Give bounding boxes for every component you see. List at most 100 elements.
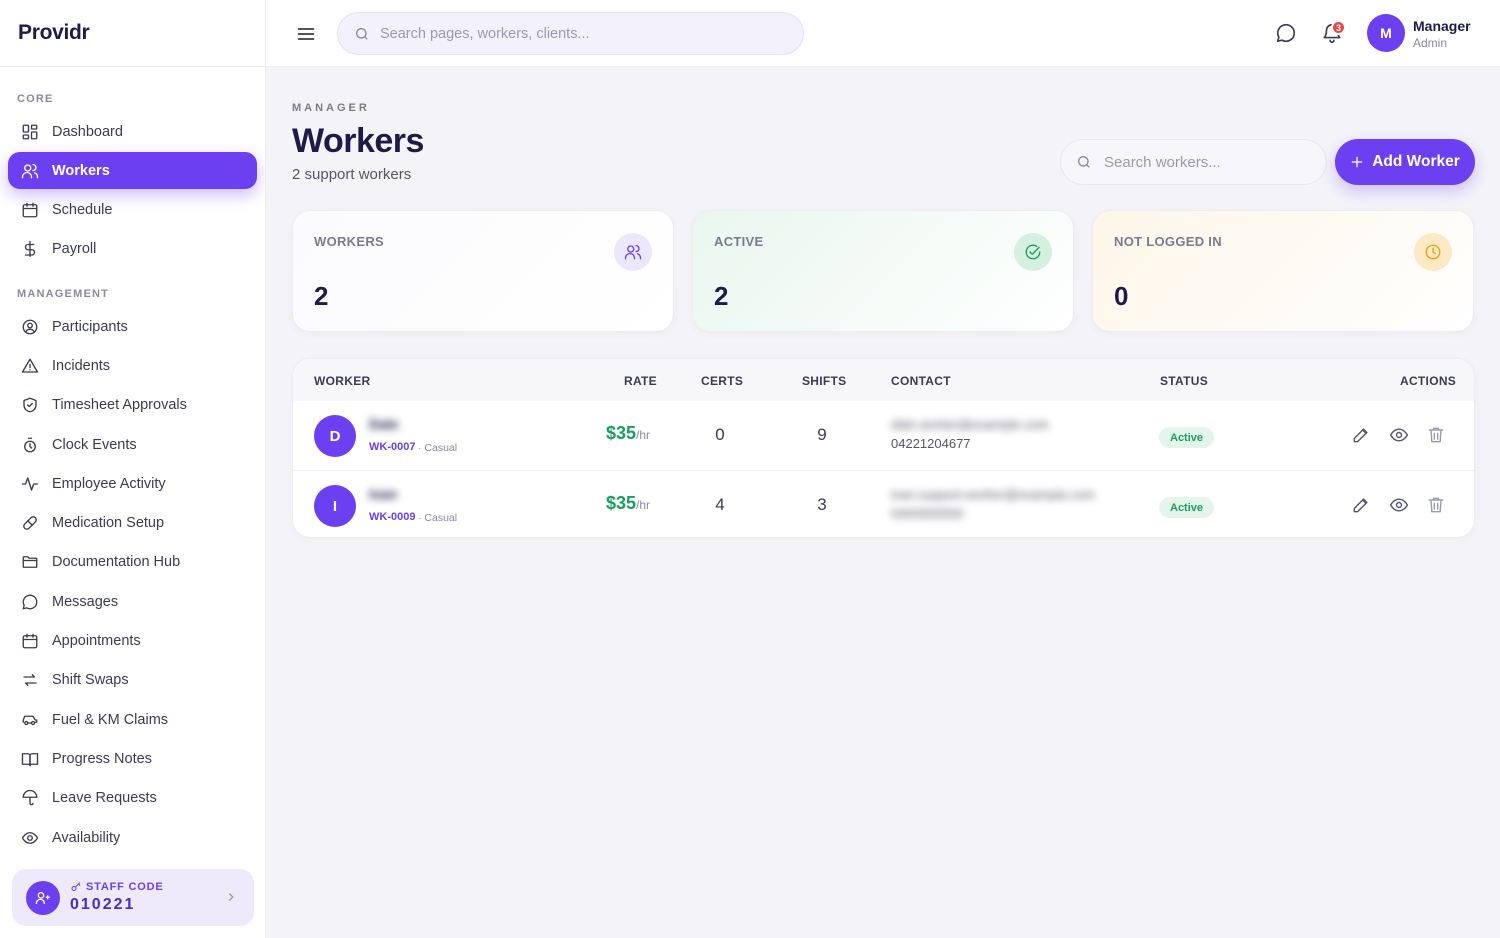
brand-logo[interactable]: Providr xyxy=(0,0,265,67)
sidebar-item-clock-events[interactable]: Clock Events xyxy=(8,426,257,463)
add-worker-button[interactable]: Add Worker xyxy=(1335,139,1475,185)
worker-avatar: D xyxy=(314,415,356,457)
sidebar-item-shift-swaps[interactable]: Shift Swaps xyxy=(8,662,257,699)
global-search-input[interactable] xyxy=(380,25,780,42)
sidebar-item-schedule[interactable]: Schedule xyxy=(8,192,257,229)
view-icon[interactable] xyxy=(1389,425,1409,445)
sidebar-item-appointments[interactable]: Appointments xyxy=(8,623,257,660)
dollar-icon xyxy=(24,241,36,258)
sidebar-item-medication-setup[interactable]: Medication Setup xyxy=(8,505,257,542)
calendar-icon xyxy=(22,202,38,218)
sidebar-item-label: Payroll xyxy=(52,241,97,258)
sidebar-item-fuel-km-claims[interactable]: Fuel & KM Claims xyxy=(8,701,257,738)
sidebar-item-dashboard[interactable]: Dashboard xyxy=(8,113,257,150)
user-role: Admin xyxy=(1413,36,1448,50)
folder-icon xyxy=(22,556,38,569)
staff-code-label: STAFF CODE xyxy=(86,881,164,893)
stat-card-workers: WORKERS 2 xyxy=(292,210,674,332)
menu-icon[interactable] xyxy=(296,24,316,44)
stat-value: 2 xyxy=(714,281,729,311)
worker-id[interactable]: WK-0007 xyxy=(369,441,415,453)
umbrella-icon xyxy=(22,790,38,806)
swap-icon xyxy=(23,674,37,687)
users-icon xyxy=(614,233,652,271)
notification-badge: 3 xyxy=(1331,20,1346,35)
table-row[interactable]: I Ivan WK-0009 · Casual $35/hr 4 3 ivan.… xyxy=(293,470,1474,537)
stat-card-active: ACTIVE 2 xyxy=(692,210,1074,332)
column-header-shifts: SHIFTS xyxy=(802,374,847,388)
worker-search-input[interactable] xyxy=(1104,153,1314,171)
user-name[interactable]: Manager xyxy=(1413,18,1471,34)
delete-icon[interactable] xyxy=(1426,495,1446,515)
delete-icon[interactable] xyxy=(1426,425,1446,445)
sidebar-item-employee-activity[interactable]: Employee Activity xyxy=(8,465,257,502)
worker-avatar: I xyxy=(314,485,356,527)
clock-icon xyxy=(1414,233,1452,271)
shield-check-icon xyxy=(23,397,37,413)
plus-icon xyxy=(1351,156,1363,168)
sidebar-item-payroll[interactable]: Payroll xyxy=(8,231,257,268)
staff-code-card[interactable]: STAFF CODE 010221 xyxy=(12,869,254,926)
worker-phone: 0400000000 xyxy=(891,506,964,521)
worker-email: dale.worker@example.com xyxy=(891,417,1049,432)
view-icon[interactable] xyxy=(1389,495,1409,515)
sidebar-item-label: Shift Swaps xyxy=(52,672,129,689)
status-badge: Active xyxy=(1159,497,1215,518)
users-icon xyxy=(21,163,39,179)
sidebar-item-label: Leave Requests xyxy=(52,790,157,807)
edit-icon[interactable] xyxy=(1351,425,1371,445)
worker-type: · Casual xyxy=(418,442,458,454)
status-badge: Active xyxy=(1159,427,1215,448)
sidebar-nav: CORE Dashboard Workers Schedule Payroll … xyxy=(0,67,265,857)
chat-icon[interactable] xyxy=(1275,22,1297,44)
sidebar-item-availability[interactable]: Availability xyxy=(8,819,257,856)
column-header-certs: CERTS xyxy=(701,374,744,388)
edit-icon[interactable] xyxy=(1351,495,1371,515)
stat-label: NOT LOGGED IN xyxy=(1114,234,1222,249)
page-eyebrow: MANAGER xyxy=(292,102,370,114)
sidebar-item-label: Participants xyxy=(52,318,128,335)
column-header-actions: ACTIONS xyxy=(1400,374,1457,388)
worker-type: · Casual xyxy=(418,512,458,524)
sidebar-item-participants[interactable]: Participants xyxy=(8,308,257,345)
column-header-contact: CONTACT xyxy=(891,374,951,388)
avatar[interactable]: M xyxy=(1367,14,1405,52)
worker-email: ivan.support.worker@example.com xyxy=(891,487,1095,502)
worker-search[interactable] xyxy=(1060,139,1327,185)
stat-value: 2 xyxy=(314,281,329,311)
sidebar-item-messages[interactable]: Messages xyxy=(8,583,257,620)
table-row[interactable]: D Dale WK-0007 · Casual $35/hr 0 9 dale.… xyxy=(293,401,1474,470)
workers-table: WORKER RATE CERTS SHIFTS CONTACT STATUS … xyxy=(292,358,1475,538)
global-search[interactable] xyxy=(337,12,804,55)
warning-icon xyxy=(21,358,39,373)
message-icon xyxy=(22,594,38,610)
user-circle-icon xyxy=(22,319,38,335)
sidebar-item-leave-requests[interactable]: Leave Requests xyxy=(8,780,257,817)
page-subtitle: 2 support workers xyxy=(292,166,412,183)
sidebar-item-label: Employee Activity xyxy=(52,475,166,492)
sidebar-item-label: Incidents xyxy=(52,357,111,374)
stat-card-not-logged-in: NOT LOGGED IN 0 xyxy=(1092,210,1474,332)
page-title: Workers xyxy=(292,122,424,160)
sidebar-item-progress-notes[interactable]: Progress Notes xyxy=(8,740,257,777)
worker-shifts: 9 xyxy=(817,425,827,444)
sidebar-item-timesheet-approvals[interactable]: Timesheet Approvals xyxy=(8,387,257,424)
sidebar-item-label: Messages xyxy=(52,593,119,610)
sidebar-item-label: Appointments xyxy=(52,633,141,650)
worker-id[interactable]: WK-0009 xyxy=(369,511,415,523)
sidebar-item-incidents[interactable]: Incidents xyxy=(8,347,257,384)
sidebar: Providr CORE Dashboard Workers Schedule … xyxy=(0,0,266,938)
search-icon xyxy=(1078,156,1090,168)
sidebar-item-documentation-hub[interactable]: Documentation Hub xyxy=(8,544,257,581)
pill-icon xyxy=(23,516,37,531)
sidebar-item-label: Timesheet Approvals xyxy=(52,397,187,414)
worker-name[interactable]: Dale xyxy=(369,416,399,432)
stat-value: 0 xyxy=(1114,281,1129,311)
sidebar-item-label: Documentation Hub xyxy=(52,554,181,571)
worker-certs: 4 xyxy=(715,495,725,514)
column-header-worker: WORKER xyxy=(314,374,371,388)
calendar-icon xyxy=(22,633,38,649)
key-icon xyxy=(71,882,81,891)
worker-name[interactable]: Ivan xyxy=(369,486,397,502)
sidebar-item-workers[interactable]: Workers xyxy=(8,152,257,190)
